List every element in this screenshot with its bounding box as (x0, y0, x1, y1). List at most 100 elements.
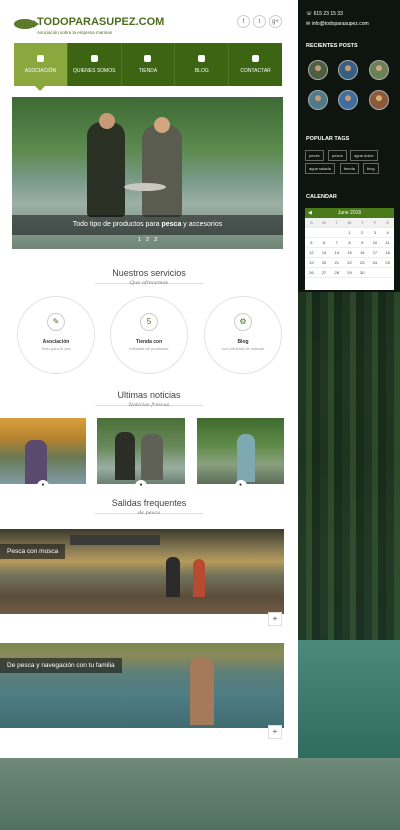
calendar-day[interactable]: 19 (305, 258, 318, 268)
tag-link[interactable]: pesca (328, 150, 347, 161)
hero-caption: Todo tipo de productos para pesca y acce… (12, 215, 283, 235)
service-tienda[interactable]: 5 Tienda con infinidad de productos (110, 296, 188, 374)
calendar-day[interactable]: 25 (381, 258, 394, 268)
calendar-day[interactable]: 14 (330, 248, 344, 258)
email-address[interactable]: info@todoparasupez.com (312, 21, 369, 27)
calendar-day[interactable]: 24 (368, 258, 382, 268)
tag-link[interactable]: agua dulce (350, 150, 378, 161)
service-title: Blog (237, 339, 249, 345)
service-blog[interactable]: ⚙ Blog con infinidad de noticias (204, 296, 282, 374)
trips-subtitle: de pesca (137, 510, 161, 516)
comment-icon[interactable]: ● (135, 480, 147, 492)
calendar-day[interactable]: 15 (343, 248, 356, 258)
nav-label: TIENDA (138, 68, 158, 74)
tag-link[interactable]: agua salada (305, 163, 335, 174)
news-title: Ultimas noticias (117, 390, 181, 400)
calendar-day[interactable]: 20 (317, 258, 331, 268)
nav-item-asociacion[interactable]: ASOCIACIÓN (14, 43, 68, 91)
nav-item-contactar[interactable]: CONTACTAR (229, 43, 282, 86)
slide-dot[interactable]: 3 (154, 237, 157, 243)
recent-post-thumb[interactable] (369, 60, 389, 80)
news-card[interactable]: ● (197, 418, 284, 492)
news-subtitle: Noticias frescas (128, 402, 170, 408)
main-nav: ASOCIACIÓN QUIENES SOMOS TIENDA BLOG CON… (14, 43, 282, 91)
service-asociacion[interactable]: ✎ Asociación Todo para tu pez (17, 296, 95, 374)
calendar-day[interactable]: 17 (368, 248, 382, 258)
phone-number[interactable]: 615 23 15 33 (314, 11, 343, 17)
calendar-day[interactable]: 30 (355, 268, 369, 278)
caption-text: Todo tipo de productos para (72, 221, 162, 228)
nav-label: QUIENES SOMOS (72, 68, 116, 74)
service-desc: infinidad de productos (129, 346, 169, 351)
recent-post-thumb[interactable] (308, 90, 328, 110)
calendar-day[interactable]: 28 (330, 268, 344, 278)
people-icon (90, 55, 98, 62)
calendar-day[interactable]: 22 (343, 258, 356, 268)
recent-post-thumb[interactable] (308, 60, 328, 80)
calendar-day[interactable]: 7 (330, 238, 344, 248)
trip-card-family[interactable]: De pesca y navegación con tu familia (0, 643, 284, 728)
news-card[interactable]: ● (0, 418, 86, 492)
brand-name: TODOPARASUPEZ.COM (37, 16, 165, 28)
calendar-day[interactable]: 4 (381, 228, 394, 238)
comment-icon[interactable]: ● (37, 480, 49, 492)
recent-post-thumb[interactable] (338, 60, 358, 80)
calendar-day[interactable]: 13 (317, 248, 331, 258)
tag-link[interactable]: tienda (340, 163, 359, 174)
calendar-day[interactable]: 29 (343, 268, 356, 278)
prev-month-icon[interactable]: ◀ (308, 208, 312, 218)
calendar-day[interactable]: 10 (368, 238, 382, 248)
plus-icon[interactable]: + (268, 612, 282, 626)
calendar-day[interactable]: 2 (355, 228, 369, 238)
slide-dot[interactable]: 2 (146, 237, 149, 243)
news-card[interactable]: ● (97, 418, 185, 492)
calendar-day[interactable]: 3 (368, 228, 382, 238)
background-trees (298, 290, 400, 650)
calendar-day (317, 228, 331, 238)
site-logo[interactable]: TODOPARASUPEZ.COM Asociación sobre la em… (14, 12, 164, 36)
calendar-day[interactable]: 6 (317, 238, 331, 248)
comment-icon[interactable]: ● (234, 480, 247, 492)
trip-card-fly-fishing[interactable]: Pesca con mosca (0, 529, 284, 614)
calendar-day[interactable]: 21 (330, 258, 344, 268)
calendar-day[interactable]: 1 (343, 228, 356, 238)
calendar-day[interactable]: 9 (355, 238, 369, 248)
fisherman-figure (142, 125, 182, 217)
google-plus-icon[interactable]: g+ (269, 15, 282, 28)
angler-figure (190, 657, 214, 725)
calendar-day[interactable]: 26 (305, 268, 318, 278)
calendar-day[interactable]: 27 (317, 268, 331, 278)
calendar-day[interactable]: 11 (381, 238, 394, 248)
angler-figure (115, 432, 135, 480)
calendar-day[interactable]: 18 (381, 248, 394, 258)
calendar-day[interactable]: 16 (355, 248, 369, 258)
nav-item-tienda[interactable]: TIENDA (122, 43, 176, 86)
facebook-icon[interactable]: f (237, 15, 250, 28)
calendar-day[interactable]: 12 (305, 248, 318, 258)
hero-slider[interactable]: Todo tipo de productos para pesca y acce… (12, 97, 283, 249)
main-column: TODOPARASUPEZ.COM Asociación sobre la em… (0, 0, 298, 758)
nav-item-quienes-somos[interactable]: QUIENES SOMOS (68, 43, 122, 86)
recent-post-thumb[interactable] (369, 90, 389, 110)
nav-item-blog[interactable]: BLOG (175, 43, 230, 86)
tag-link[interactable]: peces (305, 150, 324, 161)
plus-icon[interactable]: + (268, 725, 282, 739)
weekday-header: T (330, 218, 344, 228)
calendar-day (330, 228, 344, 238)
calendar-day[interactable]: 23 (355, 258, 369, 268)
calendar-day[interactable]: 5 (305, 238, 318, 248)
calendar-day[interactable]: 8 (343, 238, 356, 248)
background-lake (0, 758, 400, 830)
service-desc: Todo para tu pez (41, 346, 71, 351)
bridge-image (70, 535, 160, 545)
recent-post-thumb[interactable] (338, 90, 358, 110)
weekday-header: M (317, 218, 331, 228)
angler-figure (166, 557, 180, 597)
calendar-day (305, 228, 318, 238)
tag-link[interactable]: blog (363, 163, 379, 174)
fish-logo-icon (14, 19, 39, 29)
twitter-icon[interactable]: t (253, 15, 266, 28)
services-subtitle: Que ofrecemos (129, 280, 169, 286)
slide-dot[interactable]: 1 (138, 237, 141, 243)
weekday-header: F (368, 218, 382, 228)
